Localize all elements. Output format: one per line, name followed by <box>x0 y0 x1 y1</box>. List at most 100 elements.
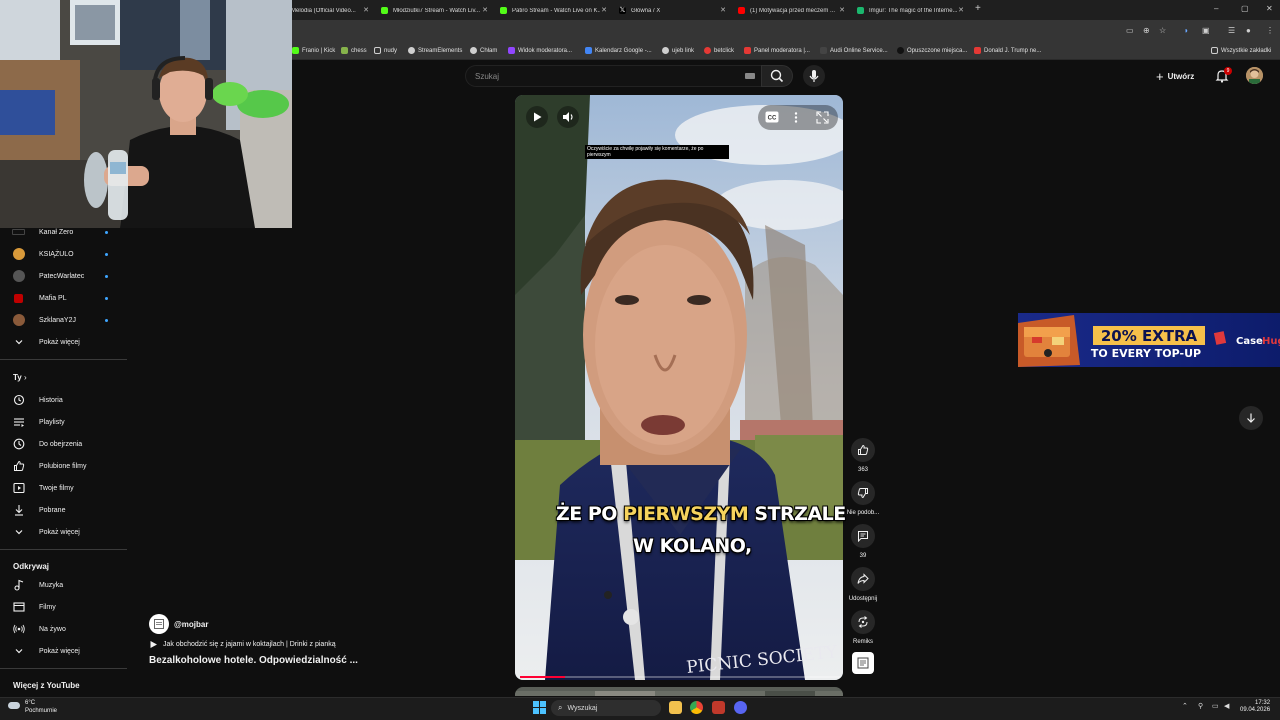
search-icon <box>770 69 784 83</box>
dislike-button[interactable] <box>851 481 875 505</box>
burned-subtitle-line-2: W KOLANO, <box>633 535 752 557</box>
channel-avatar[interactable] <box>149 614 169 634</box>
side-panel-icon[interactable]: ☰ <box>1228 26 1237 35</box>
close-tab-icon[interactable]: ✕ <box>482 6 488 14</box>
taskbar-search[interactable]: ⌕ Wyszukaj <box>551 700 661 716</box>
shorts-video-player[interactable]: PICNIC SOCIETY <box>515 95 843 680</box>
tray-overflow-icon[interactable]: ⌃ <box>1182 702 1188 710</box>
taskbar-clock[interactable]: 17:32 09.04.2026 <box>1240 700 1270 714</box>
usb-icon[interactable]: ⚲ <box>1198 702 1203 710</box>
start-button[interactable] <box>533 701 546 714</box>
fullscreen-icon[interactable] <box>816 111 829 124</box>
search-box[interactable] <box>465 65 761 87</box>
show-more-explore[interactable]: Pokaż więcej <box>0 640 127 662</box>
sidebar-item-live[interactable]: Na żywo <box>0 618 127 640</box>
sidebar-item-watch-later[interactable]: Do obejrzenia <box>0 433 127 455</box>
menu-icon[interactable]: ⋮ <box>1266 26 1275 35</box>
chrome-icon[interactable] <box>690 701 703 714</box>
sidebar-item-liked-videos[interactable]: Polubione filmy <box>0 455 127 477</box>
browser-tab[interactable]: Młodziutki7 Stream - Watch Liv... ✕ <box>375 2 492 19</box>
subscription-item[interactable]: SzklanaY2J <box>0 309 127 331</box>
reading-mode-icon[interactable]: ◗ <box>1184 26 1193 35</box>
minimize-button[interactable]: – <box>1214 4 1218 13</box>
kick-icon <box>500 7 507 14</box>
close-window-button[interactable]: ✕ <box>1266 4 1273 13</box>
subscription-item[interactable]: KSIĄŻULO <box>0 243 127 265</box>
close-tab-icon[interactable]: ✕ <box>601 6 607 14</box>
bookmark-item[interactable]: Donald J. Trump ne... <box>974 45 1041 56</box>
play-icon <box>534 112 542 122</box>
profile-icon[interactable]: ● <box>1246 26 1255 35</box>
browser-tab[interactable]: 𝕏 Główna / X ✕ <box>613 2 730 19</box>
more-options-icon[interactable] <box>791 111 801 124</box>
audio-source-thumbnail[interactable] <box>852 652 874 674</box>
discord-icon[interactable] <box>734 701 747 714</box>
extensions-icon[interactable]: ▣ <box>1202 26 1211 35</box>
bookmark-item[interactable]: ujeb link <box>662 45 694 56</box>
zoom-icon[interactable]: ⊕ <box>1143 26 1152 35</box>
subscription-item[interactable]: PatecWarlatec <box>0 265 127 287</box>
bookmark-item[interactable]: Franio | Kick <box>292 45 335 56</box>
close-tab-icon[interactable]: ✕ <box>839 6 845 14</box>
cast-icon[interactable]: ▭ <box>1126 26 1135 35</box>
search-button[interactable] <box>761 65 793 87</box>
bookmark-star-icon[interactable]: ☆ <box>1159 26 1168 35</box>
bookmark-item[interactable]: Panel moderatora |... <box>744 45 810 56</box>
volume-button[interactable] <box>557 106 579 128</box>
sidebar-item-history[interactable]: Historia <box>0 389 127 411</box>
bookmark-item[interactable]: Opuszczone miejsca... <box>897 45 967 56</box>
bookmark-item[interactable]: Audi Online Service... <box>820 45 888 56</box>
closed-captions-icon[interactable]: CC <box>765 111 779 123</box>
video-progress-bar[interactable] <box>520 676 840 678</box>
close-tab-icon[interactable]: ✕ <box>720 6 726 14</box>
notification-badge: 9 <box>1224 67 1232 75</box>
all-bookmarks-folder[interactable]: Wszystkie zakładki <box>1211 45 1271 56</box>
browser-tab[interactable]: Patiro Stream - Watch Live on K... ✕ <box>494 2 611 19</box>
sidebar-item-playlists[interactable]: Playlisty <box>0 411 127 433</box>
browser-tab[interactable]: Imgur: The magic of the Interne... ✕ <box>851 2 968 19</box>
keyboard-icon[interactable] <box>745 73 755 79</box>
voice-search-button[interactable] <box>803 65 825 87</box>
new-tab-button[interactable]: + <box>975 3 981 14</box>
network-icon[interactable]: ▭ <box>1212 702 1219 710</box>
next-short-preview[interactable] <box>515 687 843 696</box>
account-avatar[interactable] <box>1246 67 1263 84</box>
sidebar-item-your-videos[interactable]: Twoje filmy <box>0 477 127 499</box>
file-explorer-icon[interactable] <box>669 701 682 714</box>
playlist-link[interactable]: Jak obchodzić się z jajami w koktajlach … <box>149 640 336 649</box>
sidebar-item-movies[interactable]: Filmy <box>0 596 127 618</box>
bookmark-item[interactable]: Widok moderatora... <box>508 45 572 56</box>
bookmark-folder[interactable]: nudy <box>374 45 397 56</box>
close-tab-icon[interactable]: ✕ <box>363 6 369 14</box>
bookmark-item[interactable]: betclick <box>704 45 734 56</box>
show-more-you[interactable]: Pokaż więcej <box>0 521 127 543</box>
calendar-icon <box>585 47 592 54</box>
you-section-heading[interactable]: Ty › <box>13 373 27 382</box>
svg-text:CC: CC <box>768 116 777 122</box>
subscription-item[interactable]: Mafia PL <box>0 287 127 309</box>
bookmark-item[interactable]: chess <box>341 45 367 56</box>
browser-tab[interactable]: Melodia (Official Video... ✕ <box>285 2 373 19</box>
next-video-button[interactable] <box>1239 406 1263 430</box>
app-icon[interactable] <box>712 701 725 714</box>
bookmark-item[interactable]: Kalendarz Google -... <box>585 45 652 56</box>
sidebar-item-downloads[interactable]: Pobrane <box>0 499 127 521</box>
like-button[interactable] <box>851 438 875 462</box>
share-button[interactable] <box>851 567 875 591</box>
browser-tab-active[interactable]: (1) Motywacja przed meczem ... ✕ <box>732 2 849 19</box>
casehug-ad-banner[interactable]: 20% EXTRA TO EVERY TOP-UP Case Hug <box>1018 313 1280 367</box>
play-button[interactable] <box>526 106 548 128</box>
channel-handle[interactable]: @mojbar <box>174 620 208 629</box>
search-input[interactable] <box>475 70 735 83</box>
bookmark-item[interactable]: Chłam <box>470 45 497 56</box>
bookmark-item[interactable]: StreamElements <box>408 45 462 56</box>
speaker-icon[interactable]: ◀ <box>1224 702 1229 710</box>
sidebar-item-music[interactable]: Muzyka <box>0 574 127 596</box>
comments-button[interactable] <box>851 524 875 548</box>
close-tab-icon[interactable]: ✕ <box>958 6 964 14</box>
restore-button[interactable]: ▢ <box>1241 4 1249 13</box>
show-more-subscriptions[interactable]: Pokaż więcej <box>0 331 127 353</box>
video-title[interactable]: Bezalkoholowe hotele. Odpowiedzialność .… <box>149 655 358 666</box>
create-button[interactable]: + Utwórz <box>1152 66 1198 86</box>
remix-button[interactable] <box>851 610 875 634</box>
